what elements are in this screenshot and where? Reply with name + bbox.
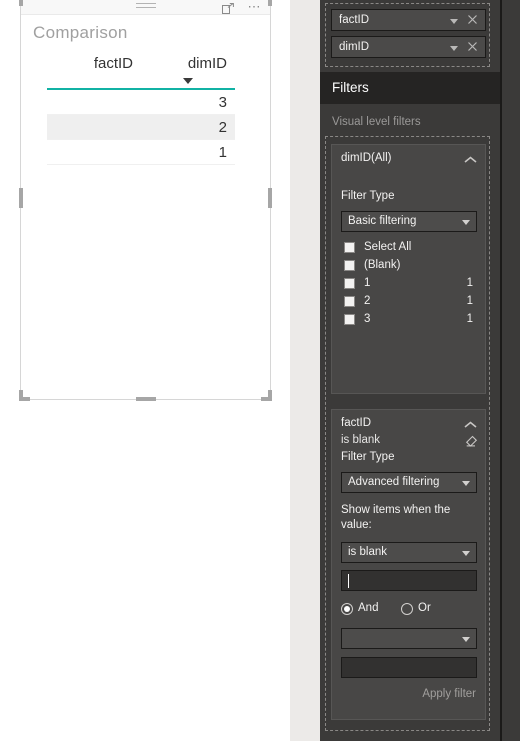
column-header-dimid-label: dimID <box>187 55 227 72</box>
cell-dimid: 3 <box>141 89 235 115</box>
chevron-down-icon <box>462 551 470 556</box>
chevron-down-icon[interactable] <box>450 46 458 51</box>
condition-2-value-input[interactable] <box>341 657 477 678</box>
resize-handle-bottom-right[interactable] <box>261 390 272 401</box>
cell-factid <box>47 89 141 115</box>
filter-value-blank[interactable]: (Blank) <box>341 258 481 275</box>
sort-descending-icon <box>183 78 193 84</box>
resize-handle-top-left[interactable] <box>19 0 30 6</box>
resize-handle-bottom[interactable] <box>135 397 156 401</box>
filter-card-dimid-title: dimID(All) <box>341 152 392 164</box>
eraser-icon[interactable] <box>463 435 478 448</box>
field-well-dimid-label: dimID <box>339 41 370 53</box>
checkbox[interactable] <box>344 242 355 253</box>
checkbox[interactable] <box>344 260 355 271</box>
chevron-down-icon <box>462 481 470 486</box>
table-row[interactable]: 3 <box>47 89 235 115</box>
visual-title: Comparison <box>33 23 128 42</box>
column-header-factid[interactable]: factID <box>47 55 141 90</box>
resize-handle-top-right[interactable] <box>261 0 272 6</box>
resize-handle-left[interactable] <box>19 188 23 208</box>
chevron-up-icon[interactable] <box>464 155 477 163</box>
visual-header: ⋯ <box>21 0 270 15</box>
focus-mode-icon[interactable] <box>222 1 234 14</box>
drag-handle-icon[interactable] <box>135 3 156 11</box>
data-table[interactable]: factID dimID 3 2 1 <box>47 55 235 165</box>
apply-filter-button[interactable]: Apply filter <box>422 688 476 700</box>
text-cursor <box>348 574 349 588</box>
filter-card-dimid[interactable]: dimID(All) Filter Type Basic filtering S… <box>331 144 486 394</box>
filter-value-label: (Blank) <box>364 259 401 271</box>
radio-dot-selected <box>344 606 350 612</box>
filter-type-value-dimid: Basic filtering <box>348 215 417 227</box>
table-visual[interactable]: ⋯ Comparison factID dimID 3 2 1 <box>19 0 272 401</box>
filter-value-select-all[interactable]: Select All <box>341 240 481 257</box>
checkbox[interactable] <box>344 278 355 289</box>
close-icon[interactable] <box>466 13 479 26</box>
table-header-row: factID dimID <box>47 55 235 90</box>
cell-dimid: 2 <box>141 114 235 140</box>
table-row[interactable]: 1 <box>47 139 235 165</box>
filter-value-count: 1 <box>466 277 473 289</box>
condition-1-operator-value: is blank <box>348 546 387 558</box>
filter-type-label-factid: Filter Type <box>341 451 395 463</box>
chevron-down-icon[interactable] <box>450 19 458 24</box>
chevron-down-icon <box>462 220 470 225</box>
filter-value-label: 1 <box>364 277 371 289</box>
checkbox[interactable] <box>344 296 355 307</box>
resize-handle-right[interactable] <box>268 188 272 208</box>
resize-handle-bottom-left[interactable] <box>19 390 30 401</box>
filter-value-2[interactable]: 2 1 <box>341 294 481 311</box>
pane-edge-divider <box>500 0 502 741</box>
filter-value-3[interactable]: 3 1 <box>341 312 481 329</box>
filter-value-count: 1 <box>466 295 473 307</box>
filter-card-factid-condition-summary: is blank <box>341 434 380 446</box>
filter-type-dropdown-dimid[interactable]: Basic filtering <box>341 211 477 232</box>
filter-type-label-dimid: Filter Type <box>341 190 395 202</box>
filter-value-label: 3 <box>364 313 371 325</box>
field-wells-dropzone[interactable]: factID dimID <box>325 3 490 67</box>
condition-1-operator-dropdown[interactable]: is blank <box>341 542 477 563</box>
radio-ring <box>401 603 413 615</box>
report-canvas[interactable]: ⋯ Comparison factID dimID 3 2 1 <box>0 0 290 741</box>
close-icon[interactable] <box>466 40 479 53</box>
filter-card-factid[interactable]: factID is blank Filter Type Advanced fil… <box>331 409 486 720</box>
cell-dimid: 1 <box>141 139 235 165</box>
field-well-factid-label: factID <box>339 14 370 26</box>
field-well-factid[interactable]: factID <box>331 9 486 31</box>
radio-or-label: Or <box>418 602 431 614</box>
condition-1-value-input[interactable] <box>341 570 477 591</box>
cell-factid <box>47 139 141 165</box>
cell-factid <box>47 114 141 140</box>
chevron-down-icon <box>462 637 470 642</box>
filter-value-1[interactable]: 1 1 <box>341 276 481 293</box>
condition-2-operator-dropdown[interactable] <box>341 628 477 649</box>
column-header-dimid[interactable]: dimID <box>141 55 235 90</box>
filter-value-label: 2 <box>364 295 371 307</box>
chevron-up-icon[interactable] <box>464 420 477 428</box>
filters-title: Filters <box>332 80 369 95</box>
table-row[interactable]: 2 <box>47 114 235 140</box>
show-items-label: Show items when the value: <box>341 504 451 531</box>
field-well-dimid[interactable]: dimID <box>331 36 486 58</box>
visualizations-filters-pane[interactable]: factID dimID Filters Visual level filter… <box>320 0 520 741</box>
filters-pane-header: Filters <box>320 72 500 104</box>
canvas-gutter <box>290 0 320 741</box>
more-options-icon[interactable]: ⋯ <box>248 0 263 13</box>
filter-type-value-factid: Advanced filtering <box>348 476 440 488</box>
visual-level-filters-label: Visual level filters <box>332 116 421 128</box>
filter-value-label: Select All <box>364 241 412 253</box>
filter-card-factid-title: factID <box>341 417 372 429</box>
filters-dropzone[interactable]: dimID(All) Filter Type Basic filtering S… <box>325 136 490 731</box>
filter-value-count: 1 <box>466 313 473 325</box>
radio-and-label: And <box>358 602 379 614</box>
filter-type-dropdown-factid[interactable]: Advanced filtering <box>341 472 477 493</box>
checkbox[interactable] <box>344 314 355 325</box>
